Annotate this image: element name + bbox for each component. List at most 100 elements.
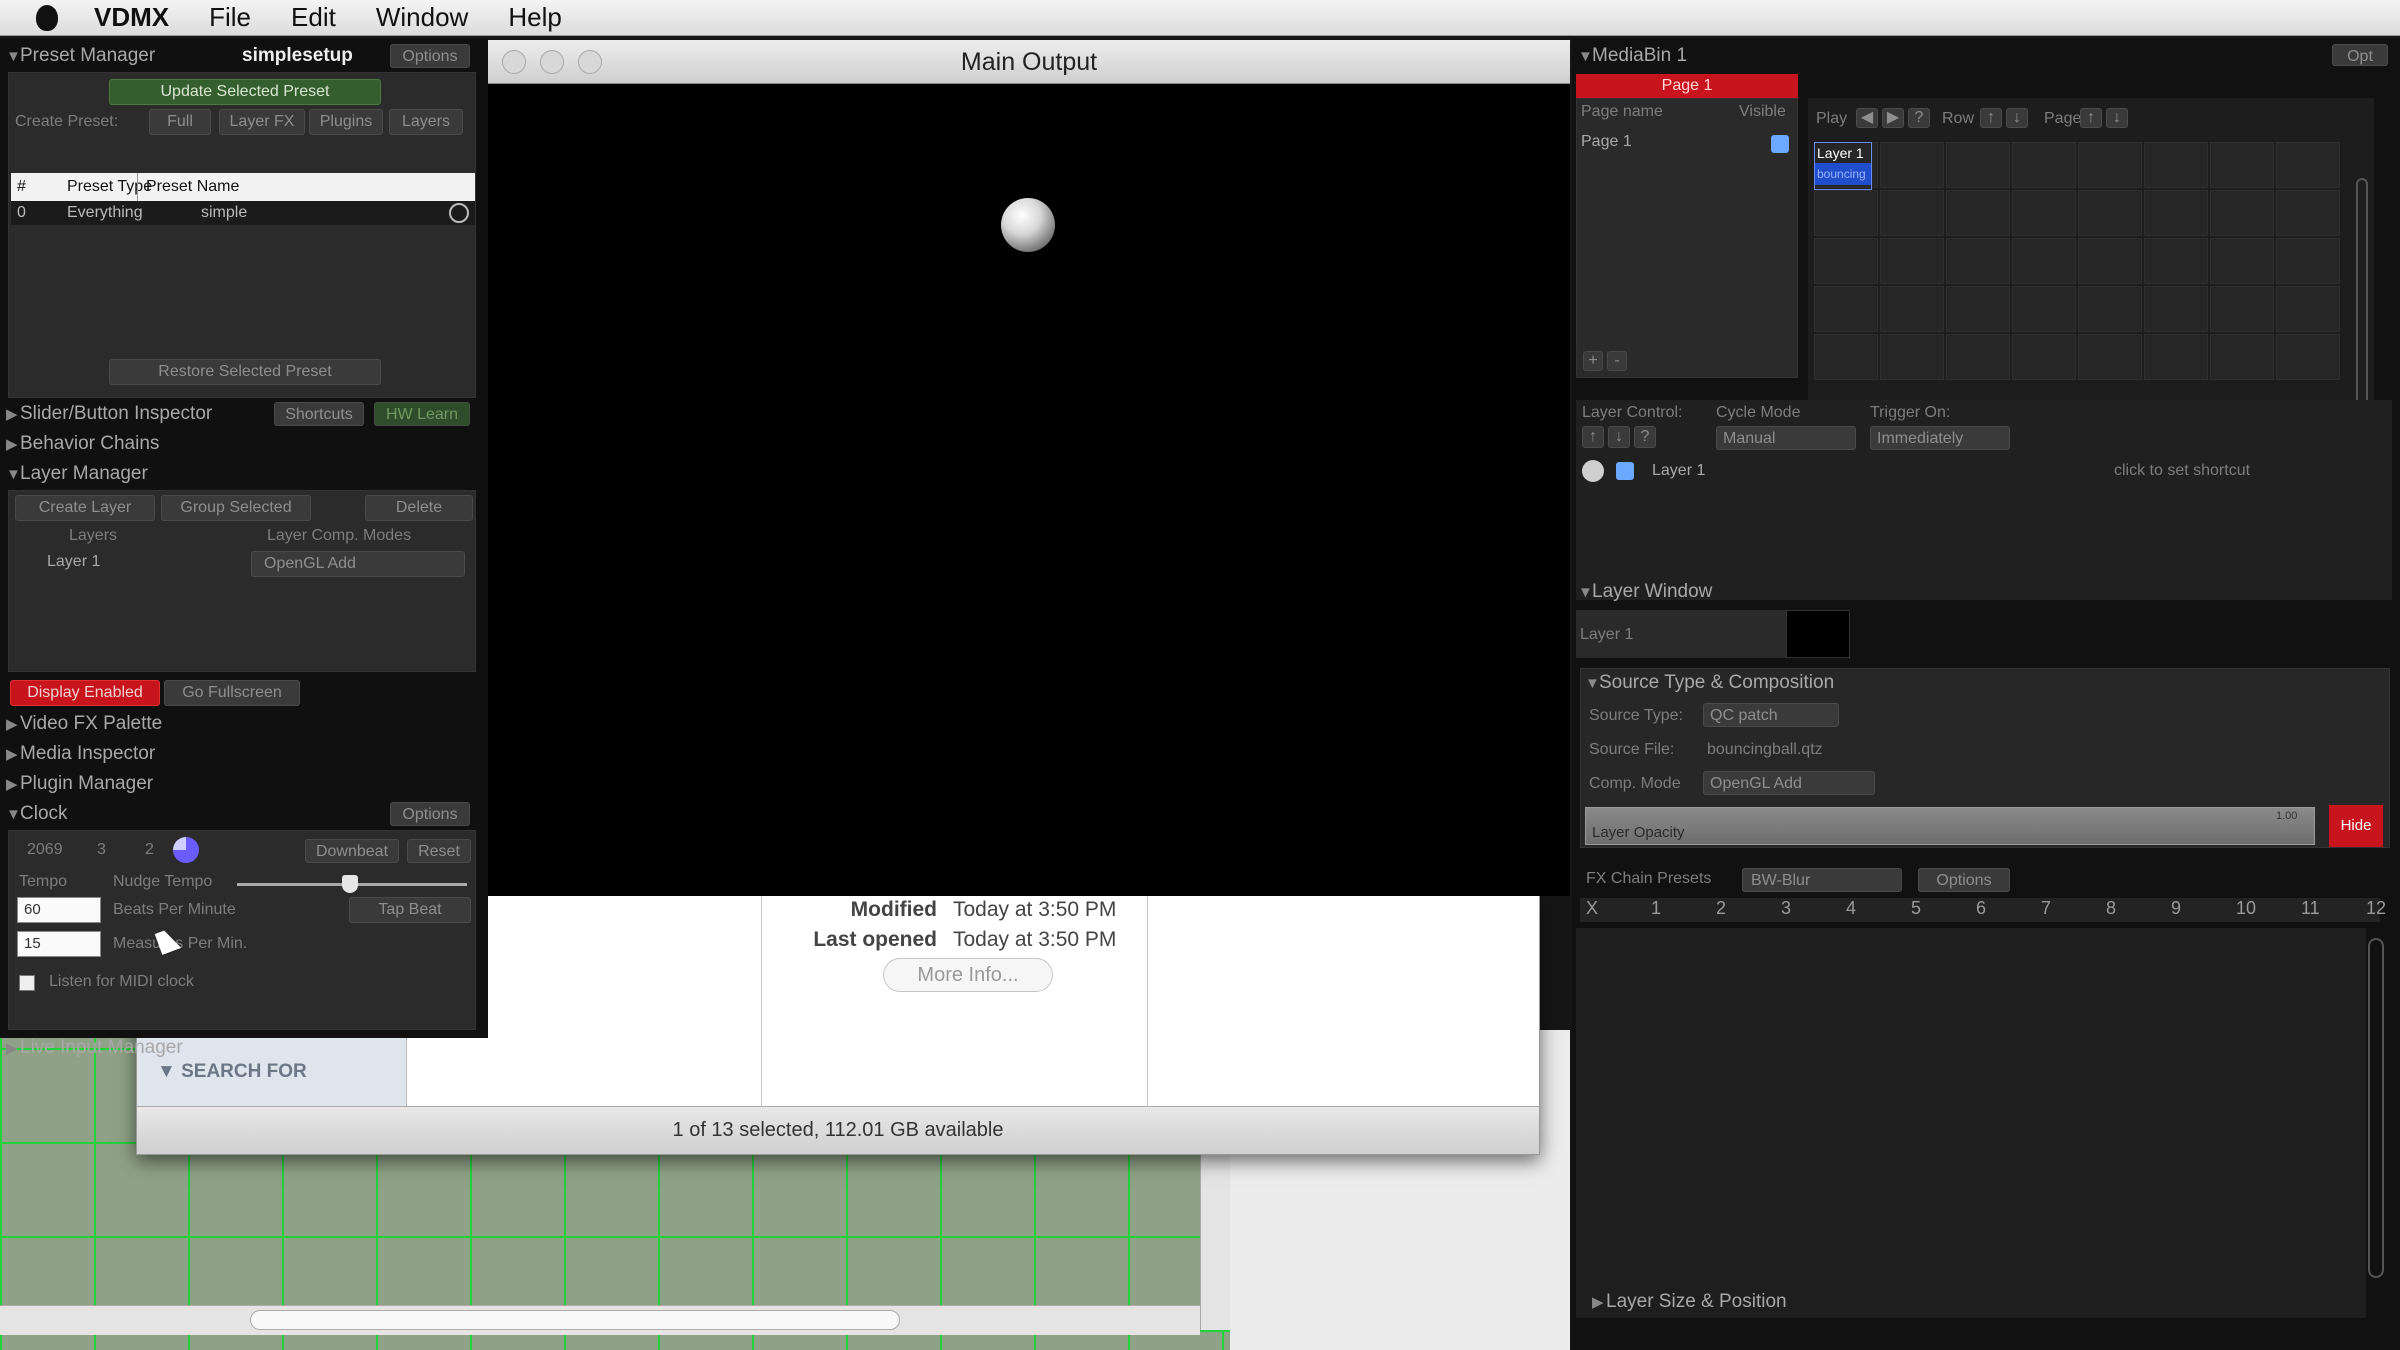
create-plugins-button[interactable]: Plugins — [309, 109, 383, 135]
live-input-header[interactable]: ▶ Live Input Manager — [6, 1034, 183, 1062]
go-fullscreen-button[interactable]: Go Fullscreen — [164, 680, 300, 706]
video-fx-palette-header[interactable]: ▶ Video FX Palette — [6, 710, 162, 738]
media-grid-cell[interactable] — [2210, 334, 2274, 380]
media-grid-cell[interactable] — [2276, 238, 2340, 284]
page-up-button[interactable]: ↑ — [2080, 108, 2102, 128]
media-grid-cell[interactable] — [2078, 238, 2142, 284]
play-prev-button[interactable]: ◀ — [1856, 108, 1878, 128]
media-grid-cell[interactable] — [1814, 286, 1878, 332]
fx-chain-tab[interactable]: 10 — [2236, 898, 2256, 919]
play-random-button[interactable]: ? — [1908, 108, 1930, 128]
delete-button[interactable]: Delete — [365, 495, 473, 521]
media-grid-cell[interactable] — [2276, 142, 2340, 188]
media-grid-cell[interactable] — [2144, 334, 2208, 380]
menu-file[interactable]: File — [209, 2, 251, 33]
clock-header[interactable]: ▼Clock — [6, 800, 68, 828]
visible-checkbox[interactable] — [1771, 135, 1789, 153]
menu-help[interactable]: Help — [508, 2, 561, 33]
main-output-titlebar[interactable]: Main Output — [488, 40, 1570, 84]
apple-icon[interactable] — [36, 4, 58, 31]
fx-chain-tab[interactable]: 8 — [2106, 898, 2116, 919]
create-layer-button[interactable]: Create Layer — [15, 495, 155, 521]
media-grid-cell[interactable] — [2012, 190, 2076, 236]
media-grid-cell[interactable] — [2276, 286, 2340, 332]
scrollbar-thumb[interactable] — [250, 1310, 900, 1330]
media-grid-cell[interactable] — [2144, 286, 2208, 332]
media-grid-cell[interactable] — [1814, 334, 1878, 380]
clock-options-button[interactable]: Options — [390, 802, 470, 826]
midi-clock-checkbox[interactable] — [19, 975, 35, 991]
media-grid-cell[interactable] — [2012, 238, 2076, 284]
media-grid-cell[interactable] — [2078, 286, 2142, 332]
fx-chain-tab[interactable]: 2 — [1716, 898, 1726, 919]
plugin-manager-header[interactable]: ▶ Plugin Manager — [6, 770, 153, 798]
minimize-icon[interactable] — [540, 50, 564, 74]
tap-beat-button[interactable]: Tap Beat — [349, 897, 471, 923]
media-grid-cell[interactable] — [1880, 238, 1944, 284]
media-grid-cell[interactable] — [2144, 238, 2208, 284]
media-grid-cell[interactable] — [2078, 190, 2142, 236]
layer-manager-header[interactable]: ▼Layer Manager — [6, 460, 148, 488]
shortcuts-button[interactable]: Shortcuts — [274, 402, 364, 426]
page-down-button[interactable]: ↓ — [2106, 108, 2128, 128]
media-grid-cell[interactable] — [1946, 238, 2010, 284]
hw-learn-button[interactable]: HW Learn — [374, 402, 470, 426]
layer-list-item[interactable]: Layer 1 — [47, 553, 100, 571]
media-grid-cell[interactable] — [2210, 142, 2274, 188]
vertical-scrollbar[interactable] — [1200, 1150, 1230, 1330]
row-up-button[interactable]: ↑ — [1980, 108, 2002, 128]
mpm-input[interactable]: 15 — [17, 931, 101, 957]
more-info-button[interactable]: More Info... — [883, 958, 1053, 992]
layer-window-header[interactable]: ▼Layer Window — [1578, 578, 1712, 606]
mediabin-opt-button[interactable]: Opt — [2332, 44, 2388, 66]
media-grid-cell[interactable] — [1880, 286, 1944, 332]
remove-page-button[interactable]: - — [1607, 351, 1627, 371]
layer-size-position-header[interactable]: ▶ Layer Size & Position — [1592, 1288, 1787, 1316]
downbeat-button[interactable]: Downbeat — [305, 839, 399, 863]
row-down-button[interactable]: ↓ — [2006, 108, 2028, 128]
source-type-header[interactable]: ▼Source Type & Composition — [1585, 669, 1834, 697]
media-grid-cell[interactable] — [2210, 286, 2274, 332]
layer-random-button[interactable]: ? — [1634, 426, 1656, 448]
display-enabled-button[interactable]: Display Enabled — [10, 680, 160, 706]
fx-chain-tab[interactable]: 5 — [1911, 898, 1921, 919]
menu-window[interactable]: Window — [376, 2, 468, 33]
media-grid-cell[interactable] — [1946, 286, 2010, 332]
menu-edit[interactable]: Edit — [291, 2, 336, 33]
fx-chain-tab[interactable]: X — [1586, 898, 1598, 919]
media-grid[interactable] — [1808, 138, 2348, 388]
media-grid-cell[interactable] — [2078, 142, 2142, 188]
media-grid-cell[interactable] — [2078, 334, 2142, 380]
arrow-circle-icon[interactable] — [449, 203, 469, 223]
media-grid-cell[interactable] — [1814, 238, 1878, 284]
zoom-icon[interactable] — [578, 50, 602, 74]
fx-chain-tab[interactable]: 7 — [2041, 898, 2051, 919]
group-selected-button[interactable]: Group Selected — [161, 495, 311, 521]
media-grid-cell[interactable] — [2012, 334, 2076, 380]
fx-chain-tab[interactable]: 11 — [2301, 898, 2320, 919]
media-grid-cell[interactable] — [2144, 190, 2208, 236]
fx-chain-tab[interactable]: 12 — [2366, 898, 2386, 919]
fx-chain-tab[interactable]: 1 — [1651, 898, 1661, 919]
layer-prev-button[interactable]: ↑ — [1582, 426, 1604, 448]
media-grid-cell[interactable] — [1946, 142, 2010, 188]
source-type-select[interactable]: QC patch — [1703, 703, 1839, 727]
close-icon[interactable] — [502, 50, 526, 74]
nudge-slider-knob[interactable] — [341, 875, 358, 893]
layer-target-checkbox[interactable] — [1616, 462, 1634, 480]
create-full-button[interactable]: Full — [149, 109, 211, 135]
media-grid-cell[interactable] — [2210, 238, 2274, 284]
comp-mode-select[interactable]: OpenGL Add — [1703, 771, 1875, 795]
fx-chain-tab[interactable]: 4 — [1846, 898, 1856, 919]
reset-button[interactable]: Reset — [407, 839, 471, 863]
media-grid-cell[interactable] — [2012, 142, 2076, 188]
media-grid-cell[interactable] — [1880, 334, 1944, 380]
preset-options-button[interactable]: Options — [390, 44, 470, 68]
layer-next-button[interactable]: ↓ — [1608, 426, 1630, 448]
menu-app[interactable]: VDMX — [94, 2, 169, 33]
media-cell-selected[interactable]: Layer 1 bouncing — [1814, 142, 1872, 190]
bpm-input[interactable]: 60 — [17, 897, 101, 923]
media-grid-cell[interactable] — [1946, 334, 2010, 380]
media-grid-cell[interactable] — [2012, 286, 2076, 332]
tab-page-1[interactable]: Page 1 — [1576, 74, 1798, 98]
